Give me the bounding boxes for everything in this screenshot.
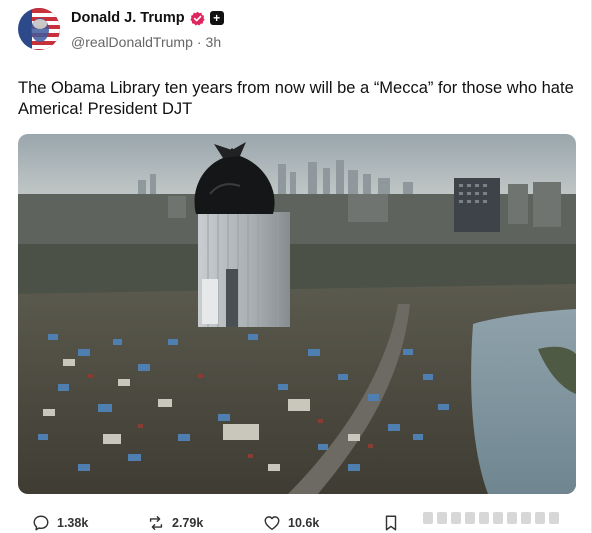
watermark-overlay xyxy=(419,506,569,530)
bookmark-action[interactable] xyxy=(382,514,400,532)
separator-dot: · xyxy=(196,34,202,50)
like-count: 10.6k xyxy=(288,516,320,530)
post-image-graphic xyxy=(18,134,576,494)
verified-badge-icon xyxy=(189,11,205,26)
avatar-image xyxy=(18,8,60,50)
author-avatar[interactable] xyxy=(18,8,60,50)
like-action[interactable]: 10.6k xyxy=(263,514,319,532)
plus-badge-icon: + xyxy=(209,11,224,25)
post-timestamp[interactable]: 3h xyxy=(206,34,222,50)
repost-action[interactable]: 2.79k xyxy=(147,514,203,532)
author-name-row: Donald J. Trump + xyxy=(71,9,224,27)
post-image[interactable] xyxy=(18,134,576,494)
repost-icon xyxy=(149,515,163,531)
repost-count: 2.79k xyxy=(172,516,204,530)
post-card: Donald J. Trump + @realDonaldTrump · 3h … xyxy=(0,0,592,533)
heart-icon xyxy=(264,516,280,531)
reply-action[interactable]: 1.38k xyxy=(32,514,88,532)
author-handle[interactable]: @realDonaldTrump xyxy=(71,34,193,50)
bookmark-icon xyxy=(385,515,397,531)
author-display-name[interactable]: Donald J. Trump xyxy=(71,10,185,26)
reply-icon xyxy=(33,515,49,531)
post-text: The Obama Library ten years from now wil… xyxy=(18,79,574,118)
author-handle-row: @realDonaldTrump · 3h xyxy=(71,34,221,50)
reply-count: 1.38k xyxy=(57,516,89,530)
